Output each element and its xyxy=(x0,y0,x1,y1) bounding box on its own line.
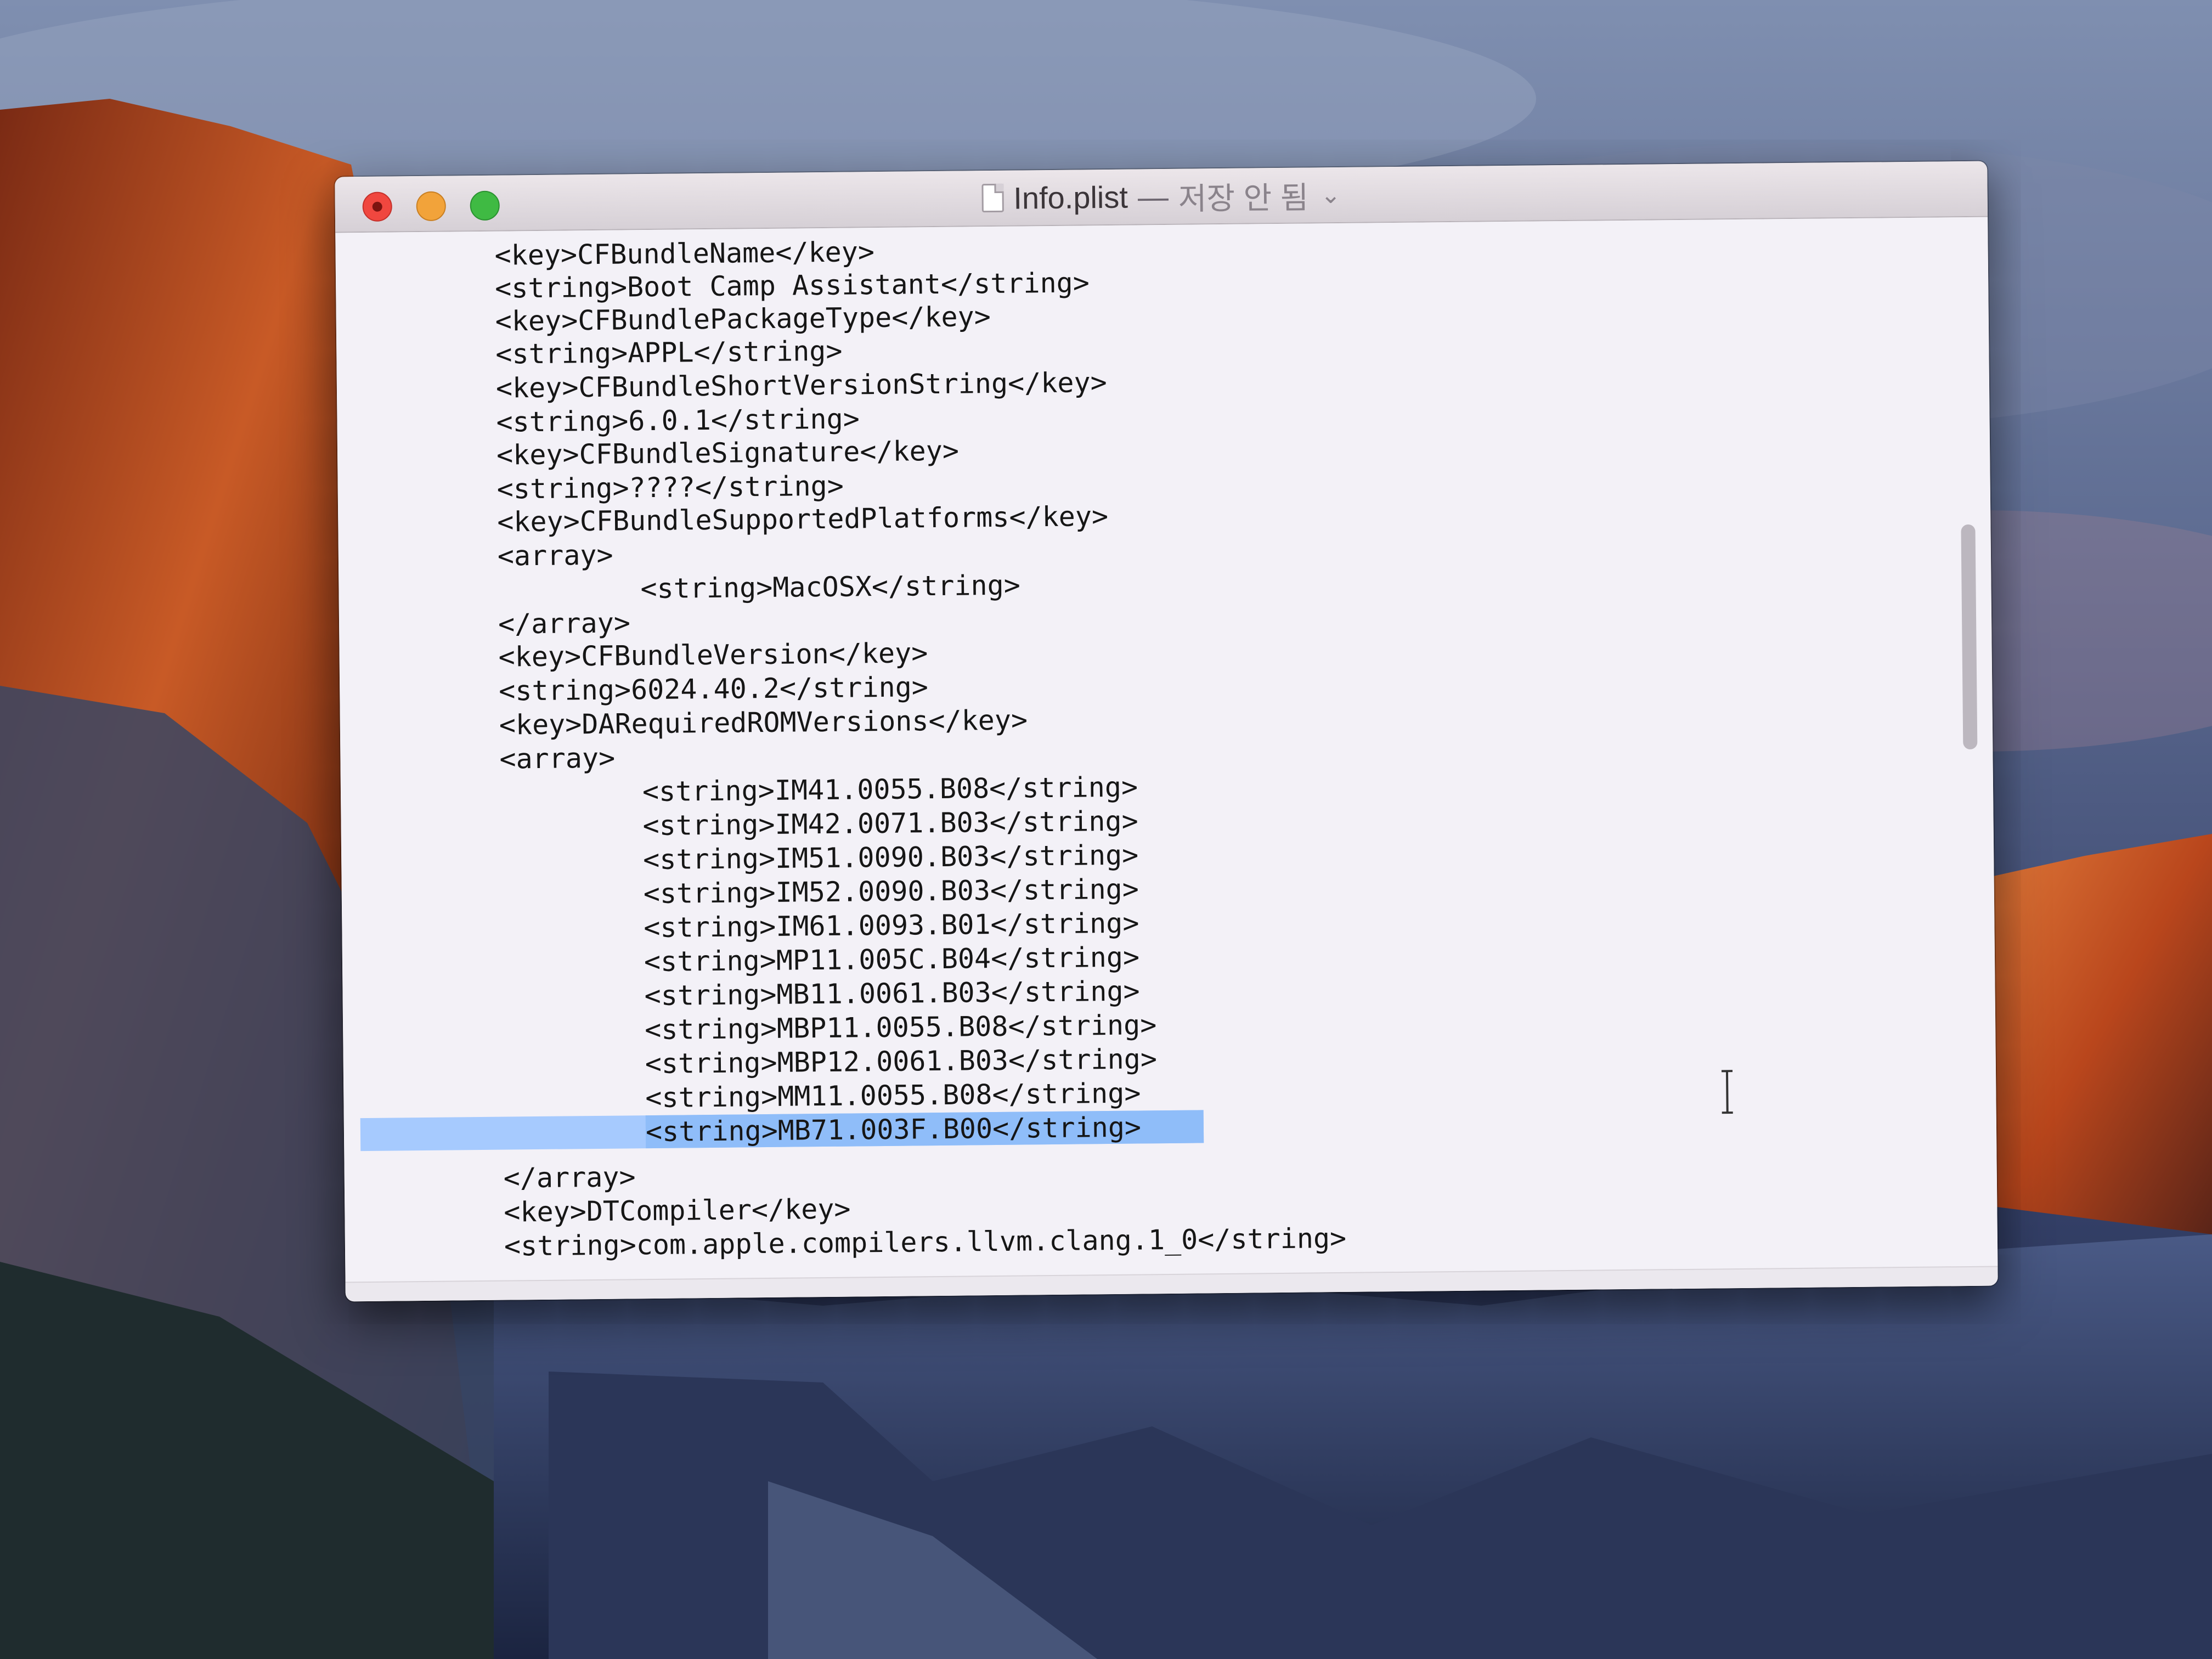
code-line[interactable]: <key>DARequiredROMVersions</key> xyxy=(499,703,1028,741)
ibeam-cursor-icon xyxy=(1721,1070,1733,1114)
textedit-window[interactable]: Info.plist — 저장 안 됨 ⌄ <key>CFBundleName<… xyxy=(335,161,1998,1302)
title-separator: — xyxy=(1137,179,1169,214)
code-line[interactable]: <key>CFBundleVersion</key> xyxy=(498,636,928,674)
code-line[interactable]: <string>MP11.005C.B04</string> xyxy=(644,940,1140,978)
code-line[interactable]: <key>CFBundleSignature</key> xyxy=(496,435,959,472)
code-line[interactable]: <string>6024.40.2</string> xyxy=(499,670,928,708)
code-line[interactable]: <string>????</string> xyxy=(496,470,844,506)
code-line[interactable]: <string>MB11.0061.B03</string> xyxy=(644,974,1140,1012)
code-line[interactable]: <key>CFBundleShortVersionString</key> xyxy=(496,366,1107,405)
code-line[interactable]: <string>MM11.0055.B08</string> xyxy=(645,1076,1141,1114)
code-line[interactable]: <string>Boot Camp Assistant</string> xyxy=(495,266,1090,304)
code-line[interactable]: <array> xyxy=(498,539,613,573)
code-line[interactable]: <key>CFBundlePackageType</key> xyxy=(495,300,991,338)
scrollbar-thumb[interactable] xyxy=(1961,524,1978,750)
code-line[interactable]: <string>IM42.0071.B03</string> xyxy=(642,805,1138,843)
code-line[interactable]: <string>IM52.0090.B03</string> xyxy=(644,872,1139,910)
code-line[interactable]: <string>IM41.0055.B08</string> xyxy=(642,771,1138,809)
code-line[interactable]: <string>6.0.1</string> xyxy=(496,402,860,438)
code-line[interactable]: <string>com.apple.compilers.llvm.clang.1… xyxy=(504,1222,1347,1263)
code-line[interactable]: <key>CFBundleName</key> xyxy=(494,235,874,272)
chevron-down-icon[interactable]: ⌄ xyxy=(1321,180,1341,208)
code-line-selected[interactable]: <string>MB71.003F.B00</string> xyxy=(646,1110,1142,1148)
code-line[interactable]: <string>IM61.0093.B01</string> xyxy=(644,906,1139,944)
code-line[interactable]: <string>MacOSX</string> xyxy=(640,569,1020,606)
code-line[interactable]: <array> xyxy=(499,742,615,776)
code-line[interactable]: <string>IM51.0090.B03</string> xyxy=(643,838,1139,876)
code-line[interactable]: <string>MBP11.0055.B08</string> xyxy=(645,1008,1157,1046)
code-line[interactable]: <key>CFBundleSupportedPlatforms</key> xyxy=(497,500,1108,539)
code-line[interactable]: <string>APPL</string> xyxy=(495,335,843,371)
code-line[interactable]: </array> xyxy=(498,606,630,640)
text-editor[interactable]: <key>CFBundleName</key> <string>Boot Cam… xyxy=(335,217,1998,1302)
document-icon xyxy=(981,183,1004,213)
code-line[interactable]: <key>DTCompiler</key> xyxy=(504,1193,851,1229)
window-title: Info.plist xyxy=(1013,179,1128,216)
code-line[interactable]: <string>MBP12.0061.B03</string> xyxy=(645,1042,1157,1080)
code-line[interactable]: </array> xyxy=(503,1160,635,1194)
save-status: 저장 안 됨 xyxy=(1178,179,1309,216)
